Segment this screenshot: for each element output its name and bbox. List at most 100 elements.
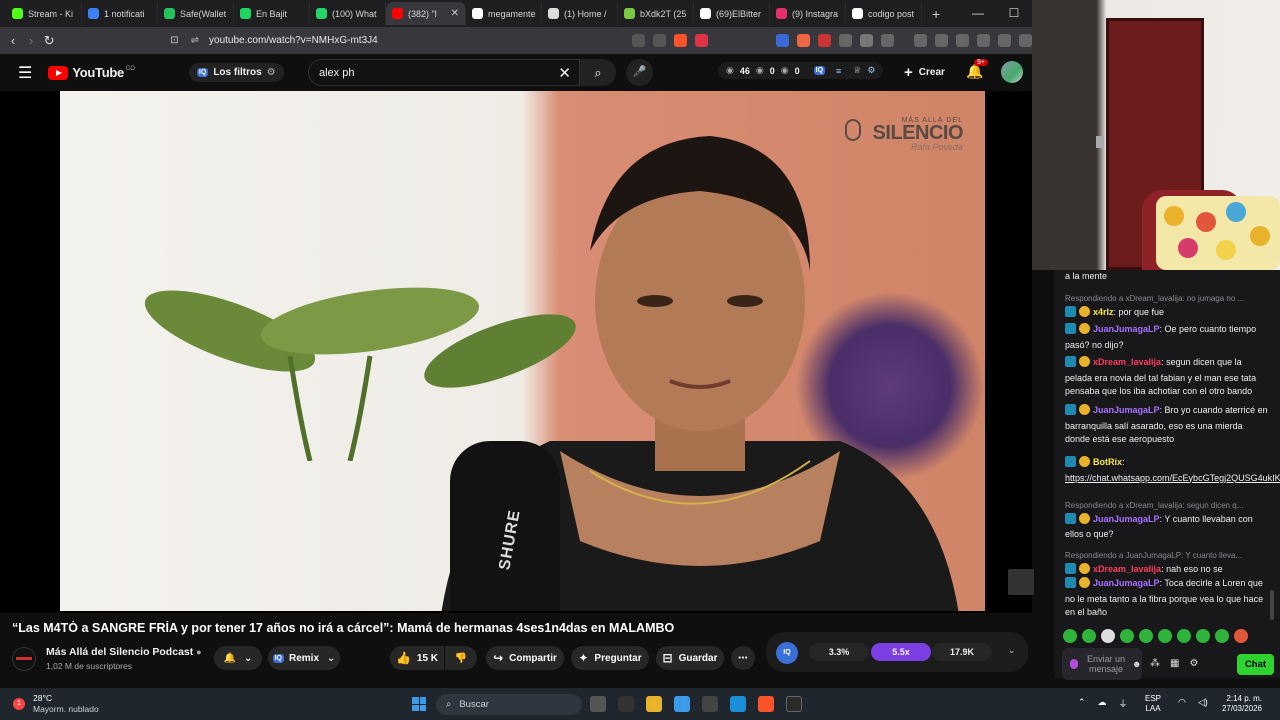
youtube-logo[interactable]: YouTube CO <box>48 65 135 80</box>
extension-stats[interactable]: ◉ 46 ◉ 0 ◉ 0 IQ ≡ ♕ ⚙ <box>718 62 884 79</box>
puzzle-icon[interactable] <box>859 34 873 47</box>
browser-tab[interactable]: Safe(Wallet <box>158 2 234 25</box>
browser-tab[interactable]: Stream - Ki <box>6 2 82 25</box>
task-view-icon[interactable] <box>590 696 606 712</box>
chat-send-button[interactable]: Chat <box>1237 654 1274 675</box>
iq-logo-icon[interactable]: IQ <box>776 642 798 664</box>
extension-box-icon[interactable] <box>880 34 894 47</box>
bookmark-icon[interactable]: ⊡ <box>170 35 178 46</box>
browser-tab[interactable]: (1) Home / <box>542 2 618 25</box>
store-icon[interactable]: ▦ <box>1170 658 1179 669</box>
browser-tab[interactable]: codigo post <box>846 2 922 25</box>
gear-icon[interactable]: ⚙ <box>867 65 875 76</box>
leo-icon[interactable] <box>976 34 990 47</box>
subscribed-bell-button[interactable]: 🔔 ⌄ <box>214 646 262 670</box>
browser-tab[interactable]: (69)ElBitter <box>694 2 770 25</box>
browser-tab[interactable]: En Bajit <box>234 2 310 25</box>
cloud-icon[interactable]: ☁ <box>1098 697 1107 710</box>
vpn-icon[interactable] <box>1018 34 1032 47</box>
trophy-icon[interactable]: ♕ <box>853 65 861 76</box>
chat-username[interactable]: JuanJumagaLP <box>1093 405 1160 415</box>
chat-username[interactable]: BotRix <box>1093 457 1122 467</box>
chat-username[interactable]: xDream_lavalija <box>1093 564 1161 574</box>
screen-icon[interactable] <box>631 34 645 47</box>
emote-icon[interactable] <box>1101 629 1115 643</box>
menu-icon[interactable] <box>997 34 1011 47</box>
emote-icon[interactable] <box>1082 629 1096 643</box>
video-frame[interactable]: SHURE MÁS ALLÁ DEL SILENCIO Rafa Poveda <box>60 91 985 611</box>
emote-icon[interactable] <box>1158 629 1172 643</box>
chat-input[interactable]: Enviar un mensaje ☻ <box>1062 648 1142 680</box>
emote-icon[interactable] <box>1139 629 1153 643</box>
chevron-up-icon[interactable]: ⌃ <box>1078 697 1086 710</box>
more-actions-button[interactable]: ⋯ <box>731 646 755 670</box>
translate-icon[interactable] <box>775 34 789 47</box>
clear-search-icon[interactable]: ✕ <box>558 64 571 82</box>
save-button[interactable]: ⊟ Guardar <box>656 646 724 670</box>
chat-username[interactable]: x4rlz <box>1093 307 1114 317</box>
store-app-icon[interactable] <box>674 696 690 712</box>
taskbar-clock[interactable]: 2:14 p. m. 27/03/2026 <box>1212 694 1262 714</box>
emote-icon[interactable] <box>1215 629 1229 643</box>
weather-widget[interactable]: 1 28°C Mayorm. nublado <box>13 693 99 715</box>
emote-icon[interactable] <box>1177 629 1191 643</box>
filters-button[interactable]: IQ Los filtros ⚙ <box>188 63 284 82</box>
emoji-icon[interactable]: ☻ <box>1132 659 1141 669</box>
remix-button[interactable]: IQ Remix ⌄ <box>268 646 340 670</box>
brave-shield-icon[interactable] <box>673 34 687 47</box>
terminal-icon[interactable] <box>702 696 718 712</box>
browser-tab[interactable]: bXdk2T (25 <box>618 2 694 25</box>
tab-close-icon[interactable]: ✕ <box>451 8 459 19</box>
chat-username[interactable]: JuanJumagaLP <box>1093 514 1160 524</box>
gift-icon[interactable]: ⁂ <box>1150 658 1160 669</box>
volume-icon[interactable]: ◁) <box>1198 697 1208 708</box>
forward-icon[interactable]: › <box>22 33 40 48</box>
video-player[interactable]: SHURE MÁS ALLÁ DEL SILENCIO Rafa Poveda <box>0 91 1034 613</box>
channel-name[interactable]: Más Allá del Silencio Podcast ● <box>46 646 202 658</box>
reload-icon[interactable]: ↻ <box>40 33 58 49</box>
browser-tab[interactable]: (382) "l ✕ <box>386 2 466 25</box>
chat-username[interactable]: JuanJumagaLP <box>1093 578 1160 588</box>
rewards-icon[interactable] <box>694 34 708 47</box>
emote-icon[interactable] <box>1234 629 1248 643</box>
brave-icon[interactable] <box>758 696 774 712</box>
ask-button[interactable]: ✦ Preguntar <box>571 646 649 670</box>
chat-message-text[interactable]: https://chat.whatsapp.com/EcEybcGTegj2QU… <box>1065 473 1280 483</box>
extension-red-icon[interactable] <box>796 34 810 47</box>
sidebar-icon[interactable] <box>934 34 948 47</box>
chat-scrollbar[interactable] <box>1270 590 1274 620</box>
chevron-down-icon[interactable]: ⌄ <box>1008 645 1016 656</box>
emote-icon[interactable] <box>1063 629 1077 643</box>
chat-username[interactable]: xDream_lavalija <box>1093 357 1161 367</box>
emote-icon[interactable] <box>1196 629 1210 643</box>
emote-icon[interactable] <box>1120 629 1134 643</box>
user-avatar[interactable] <box>1001 61 1023 83</box>
file-explorer-icon[interactable] <box>646 696 662 712</box>
list-icon[interactable]: ≡ <box>836 66 841 76</box>
usb-icon[interactable]: ⏚ <box>1119 697 1128 710</box>
taskbar-search[interactable]: ⌕ Buscar <box>436 694 582 715</box>
browser-tab[interactable]: 1 notificati <box>82 2 158 25</box>
wifi-icon[interactable]: ◠ <box>1178 697 1186 708</box>
chat-username[interactable]: JuanJumagaLP <box>1093 324 1160 334</box>
channel-avatar[interactable] <box>12 647 36 671</box>
chat-mic-icon[interactable] <box>1070 659 1078 669</box>
voice-search-button[interactable]: 🎤 <box>626 59 653 86</box>
language-indicator[interactable]: ESP LAA <box>1145 694 1161 714</box>
end-screen-thumbnail[interactable] <box>1008 569 1034 595</box>
back-icon[interactable]: ‹ <box>4 33 22 48</box>
create-button[interactable]: + Crear <box>896 59 953 86</box>
site-settings-icon[interactable]: ⇌ <box>191 35 199 46</box>
chat-settings-icon[interactable]: ⚙ <box>1189 658 1198 669</box>
start-button[interactable] <box>412 697 426 711</box>
extension-m-icon[interactable] <box>817 34 831 47</box>
like-button[interactable]: 👍 15 K <box>390 646 444 670</box>
edge-icon[interactable] <box>730 696 746 712</box>
browser-tab[interactable]: megamente <box>466 2 542 25</box>
new-tab-icon[interactable]: + <box>932 6 940 22</box>
app-icon-1[interactable] <box>618 696 634 712</box>
browser-tab[interactable]: (9) Instagra <box>770 2 846 25</box>
share-button[interactable]: ↪ Compartir <box>486 646 564 670</box>
url-field[interactable]: ⊡ ⇌ youtube.com/watch?v=NMHxG-mt3J4 <box>170 30 624 51</box>
share-icon[interactable] <box>652 34 666 47</box>
